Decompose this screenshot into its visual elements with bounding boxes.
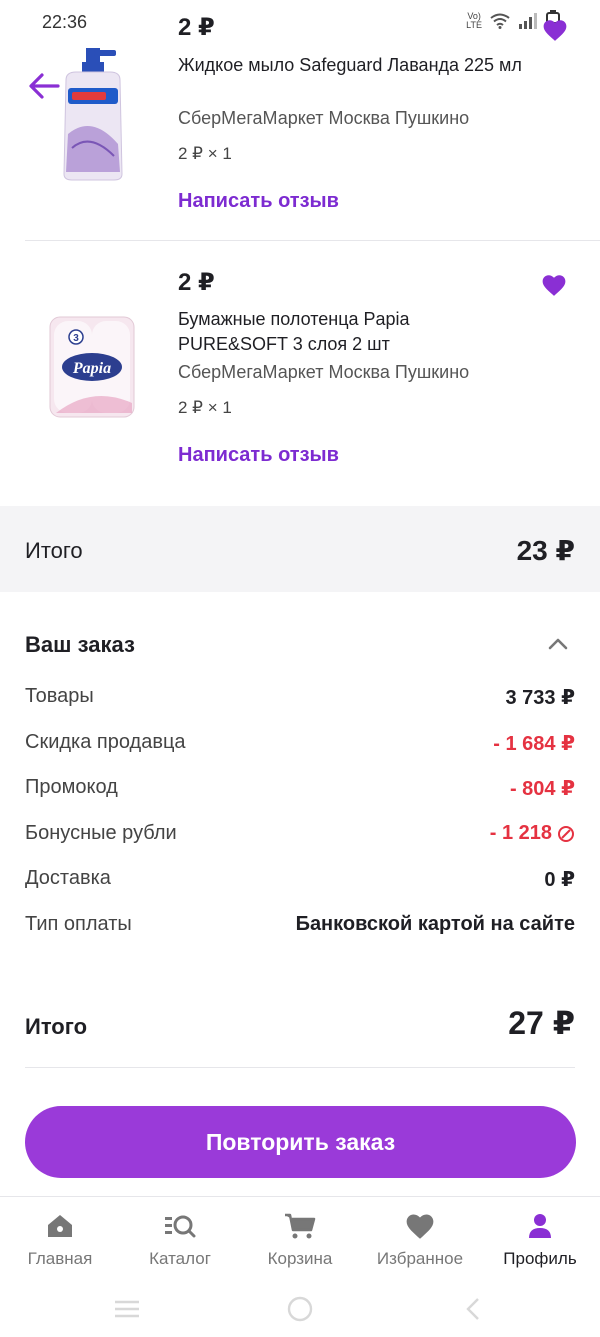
order-row-delivery: Доставка 0 ₽ — [25, 867, 575, 897]
tab-label: Главная — [27, 1249, 93, 1268]
order-row-goods: Товары 3 733 ₽ — [25, 685, 575, 715]
home-nav-button[interactable] — [283, 1294, 317, 1324]
soap-bottle-image — [63, 48, 123, 181]
heart-icon — [406, 1214, 434, 1239]
profile-icon — [529, 1214, 551, 1238]
divider — [25, 1067, 575, 1068]
product-price: 2 ₽ — [178, 269, 215, 296]
product-store: СберМегаМаркет Москва Пушкино — [178, 108, 470, 128]
grand-total-label: Итого — [25, 1014, 88, 1039]
write-review-link[interactable]: Написать отзыв — [178, 444, 339, 467]
tab-catalog[interactable]: Каталог — [120, 1197, 240, 1282]
tab-label: Избранное — [376, 1249, 464, 1268]
tab-profile[interactable]: Профиль — [480, 1197, 600, 1282]
order-row-payment-type: Тип оплаты Банковской картой на сайте — [25, 913, 575, 943]
row-value: - 804 ₽ — [509, 778, 575, 800]
row-label: Доставка — [25, 867, 111, 889]
product-name[interactable]: Бумажные полотенца Papia PURE&SOFT 3 сло… — [178, 307, 508, 357]
cart-icon — [285, 1213, 316, 1239]
tab-label: Профиль — [503, 1249, 577, 1268]
tab-label: Каталог — [149, 1249, 211, 1268]
favorite-heart-icon[interactable] — [541, 273, 567, 297]
row-value: 3 733 ₽ — [505, 687, 575, 709]
tab-cart[interactable]: Корзина — [240, 1197, 360, 1282]
bottom-tab-bar: Главная Каталог Корзина Избранное Профил… — [0, 1196, 600, 1282]
product-quantity: 2 ₽ × 1 — [178, 144, 232, 163]
menu-lines-icon — [115, 1300, 139, 1318]
chevron-up-icon[interactable] — [546, 632, 570, 656]
order-row-promocode: Промокод - 804 ₽ — [25, 776, 575, 806]
towel-brand: Papia — [72, 360, 111, 377]
home-icon — [48, 1215, 72, 1237]
row-label: Скидка продавца — [25, 731, 186, 753]
product-quantity: 2 ₽ × 1 — [178, 398, 232, 417]
subtotal-value: 23 ₽ — [516, 535, 575, 566]
row-value: - 1 684 ₽ — [493, 733, 575, 755]
chevron-left-icon — [466, 1298, 479, 1320]
system-navigation-bar — [0, 1282, 600, 1337]
write-review-link[interactable]: Написать отзыв — [178, 190, 339, 213]
grand-total: Итого 27 ₽ — [25, 1004, 575, 1044]
order-row-bonus: Бонусные рубли - 1 218 — [25, 822, 575, 852]
tab-favorites[interactable]: Избранное — [360, 1197, 480, 1282]
product-price: 2 ₽ — [178, 14, 215, 41]
order-summary-title[interactable]: Ваш заказ — [25, 632, 135, 658]
row-label: Тип оплаты — [25, 913, 132, 935]
tab-label: Корзина — [267, 1249, 333, 1268]
catalog-search-icon — [165, 1215, 196, 1238]
product-image-soap[interactable] — [42, 44, 142, 184]
product-name[interactable]: Жидкое мыло Safeguard Лаванда 225 мл — [178, 53, 528, 78]
grand-total-value: 27 ₽ — [508, 1005, 575, 1041]
circle-home-icon — [287, 1296, 313, 1322]
row-label: Промокод — [25, 776, 118, 798]
tab-home[interactable]: Главная — [0, 1197, 120, 1282]
recents-button[interactable] — [110, 1294, 144, 1324]
towel-layers-badge: 3 — [73, 333, 79, 344]
subtotal-band: Итого 23 ₽ — [0, 506, 600, 592]
row-value: - 1 218 — [489, 822, 552, 844]
product-store: СберМегаМаркет Москва Пушкино — [178, 362, 470, 382]
row-label: Бонусные рубли — [25, 822, 177, 844]
product-item[interactable]: Papia 3 2 ₽ Бумажные полотенца Papia PUR… — [0, 241, 600, 501]
product-image-towels[interactable]: Papia 3 — [46, 309, 138, 429]
repeat-order-button[interactable]: Повторить заказ — [25, 1106, 576, 1178]
row-value: Банковской картой на сайте — [295, 913, 575, 935]
bonus-icon — [558, 825, 574, 842]
row-label: Товары — [25, 685, 94, 707]
subtotal-label: Итого — [25, 538, 83, 563]
back-nav-button[interactable] — [456, 1294, 490, 1324]
row-value-wrap: - 1 218 — [490, 822, 575, 845]
paper-towels-image: Papia 3 — [49, 316, 135, 418]
favorite-heart-icon[interactable] — [542, 18, 568, 42]
row-value: 0 ₽ — [544, 869, 575, 891]
product-item[interactable]: 2 ₽ Жидкое мыло Safeguard Лаванда 225 мл… — [0, 0, 600, 240]
order-row-seller-discount: Скидка продавца - 1 684 ₽ — [25, 731, 575, 761]
